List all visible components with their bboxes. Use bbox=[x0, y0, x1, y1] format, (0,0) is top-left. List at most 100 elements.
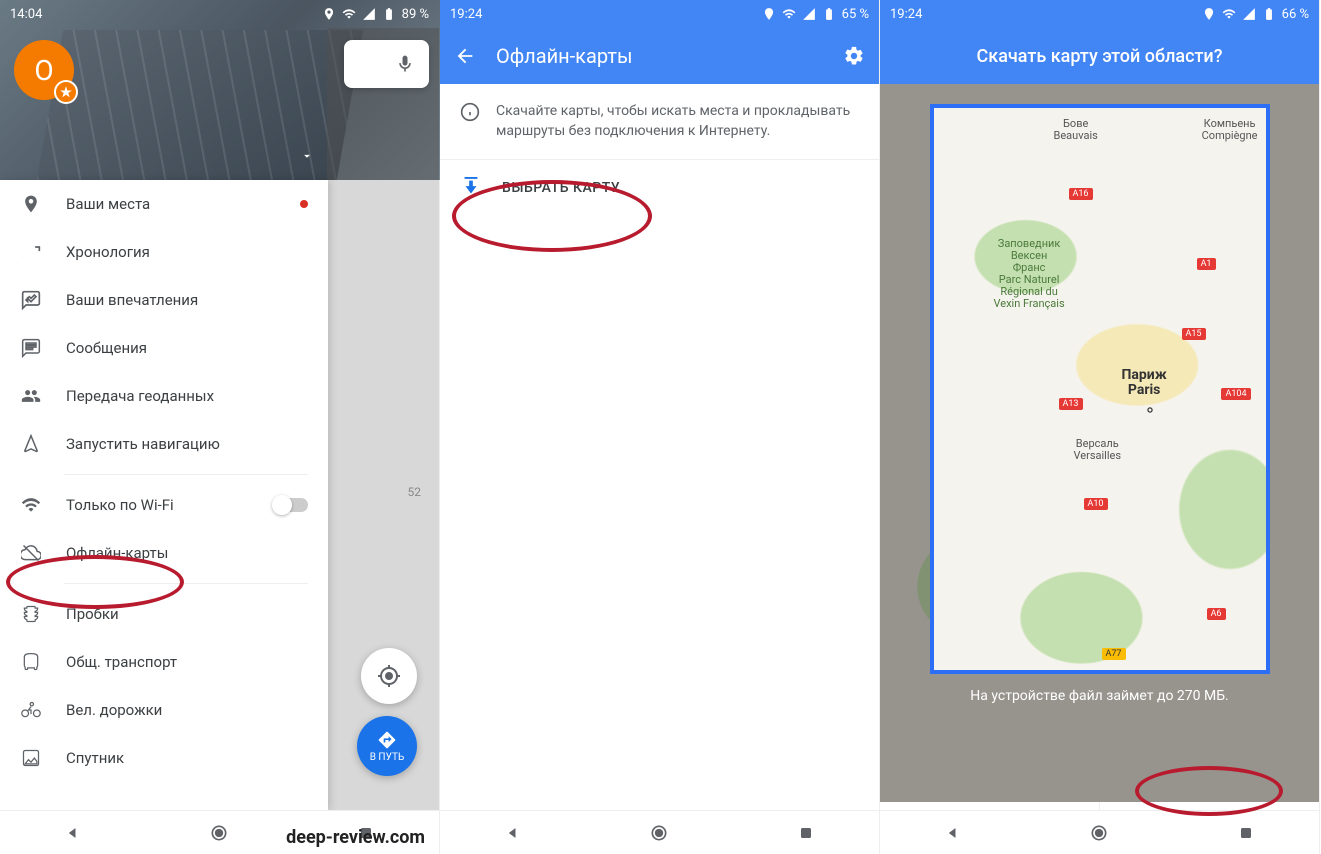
transit-icon bbox=[21, 652, 41, 672]
pin-icon bbox=[1145, 405, 1155, 415]
messages-icon bbox=[21, 338, 41, 358]
signal-icon bbox=[362, 7, 376, 21]
info-banner: Скачайте карты, чтобы искать места и про… bbox=[440, 84, 879, 160]
locate-button[interactable] bbox=[361, 648, 417, 704]
bookmark-icon bbox=[21, 194, 41, 214]
wifi-icon bbox=[342, 7, 356, 21]
drawer-item-wifi-only[interactable]: Только по Wi-Fi bbox=[0, 481, 328, 529]
signal-icon bbox=[1242, 7, 1256, 21]
label-versailles: Версаль Versailles bbox=[1074, 438, 1122, 462]
road-a10: A10 bbox=[1084, 498, 1108, 510]
selection-rect[interactable]: Бове Beauvais Компьень Compiègne Заповед… bbox=[930, 104, 1270, 674]
wifi-only-toggle[interactable] bbox=[274, 498, 308, 512]
wifi-icon bbox=[21, 495, 41, 515]
status-bar: 14:04 89 % bbox=[0, 0, 439, 28]
map-area[interactable]: Бове Beauvais Компьень Compiègne Заповед… bbox=[880, 84, 1319, 802]
road-a13: A13 bbox=[1059, 398, 1083, 410]
status-time: 19:24 bbox=[890, 7, 922, 22]
android-nav-bar bbox=[880, 810, 1319, 854]
search-bar[interactable] bbox=[344, 40, 429, 88]
account-dropdown-icon[interactable] bbox=[300, 148, 314, 167]
battery-pct: 65 % bbox=[842, 7, 869, 22]
nav-drawer: Ваши места Хронология Ваши впечатления С… bbox=[0, 180, 328, 810]
drawer-item-sharing[interactable]: Передача геоданных bbox=[0, 372, 328, 420]
battery-icon bbox=[822, 7, 836, 21]
watermark: deep-review.com bbox=[286, 827, 425, 848]
battery-icon bbox=[382, 7, 396, 21]
battery-pct: 66 % bbox=[1282, 7, 1309, 22]
gear-icon[interactable] bbox=[843, 45, 865, 67]
status-bar: 19:24 66 % bbox=[880, 0, 1319, 28]
drawer-separator bbox=[64, 474, 308, 475]
screen-1-drawer: 52 14:04 89 % O Ваши места Хронология bbox=[0, 0, 440, 854]
road-a16: A16 bbox=[1069, 188, 1093, 200]
label-beauvais: Бове Beauvais bbox=[1054, 118, 1098, 142]
back-icon[interactable] bbox=[454, 45, 476, 67]
map-tiles bbox=[930, 104, 1270, 674]
select-map-label: ВЫБРАТЬ КАРТУ bbox=[502, 180, 620, 196]
location-icon bbox=[1202, 7, 1216, 21]
drawer-item-transit[interactable]: Общ. транспорт bbox=[0, 638, 328, 686]
battery-icon bbox=[1262, 7, 1276, 21]
home-icon[interactable] bbox=[1089, 823, 1109, 843]
drawer-item-timeline[interactable]: Хронология bbox=[0, 228, 328, 276]
road-a15: A15 bbox=[1182, 328, 1206, 340]
reviews-icon bbox=[21, 290, 41, 310]
drawer-item-cycling[interactable]: Вел. дорожки bbox=[0, 686, 328, 734]
wifi-icon bbox=[1222, 7, 1236, 21]
road-a104: A104 bbox=[1221, 388, 1250, 400]
app-header: Офлайн-карты bbox=[440, 28, 879, 84]
map-number: 52 bbox=[408, 485, 422, 499]
recents-icon[interactable] bbox=[1236, 823, 1256, 843]
drawer-separator bbox=[64, 583, 308, 584]
label-paris: Париж Paris bbox=[1122, 368, 1167, 399]
drawer-item-messages[interactable]: Сообщения bbox=[0, 324, 328, 372]
avatar[interactable]: O bbox=[14, 40, 74, 100]
header-title: Офлайн-карты bbox=[496, 44, 632, 68]
status-bar: 19:24 65 % bbox=[440, 0, 879, 28]
status-time: 19:24 bbox=[450, 7, 482, 22]
location-icon bbox=[322, 7, 336, 21]
sharing-icon bbox=[21, 386, 41, 406]
download-icon bbox=[460, 177, 482, 199]
location-icon bbox=[762, 7, 776, 21]
screen-2-offline-maps: 19:24 65 % Офлайн-карты Скачайте карты, … bbox=[440, 0, 880, 854]
select-map-button[interactable]: ВЫБРАТЬ КАРТУ bbox=[440, 160, 879, 216]
download-header: Скачать карту этой области? bbox=[880, 28, 1319, 84]
wifi-icon bbox=[782, 7, 796, 21]
header-title: Скачать карту этой области? bbox=[977, 46, 1223, 67]
label-compiegne: Компьень Compiègne bbox=[1202, 118, 1258, 142]
contribute-badge bbox=[54, 80, 78, 104]
recents-icon[interactable] bbox=[796, 823, 816, 843]
road-a6: A6 bbox=[1207, 608, 1226, 620]
drawer-item-places[interactable]: Ваши места bbox=[0, 180, 328, 228]
label-vexin: Заповедник Вексен Франс Parc Naturel Rég… bbox=[994, 238, 1065, 311]
go-label: В ПУТЬ bbox=[370, 752, 405, 763]
back-icon[interactable] bbox=[503, 823, 523, 843]
drawer-item-start-nav[interactable]: Запустить навигацию bbox=[0, 420, 328, 468]
satellite-icon bbox=[21, 748, 41, 768]
signal-icon bbox=[802, 7, 816, 21]
road-a1: A1 bbox=[1197, 258, 1216, 270]
android-nav-bar bbox=[440, 810, 879, 854]
home-icon[interactable] bbox=[649, 823, 669, 843]
notification-dot bbox=[300, 200, 308, 208]
go-button[interactable]: В ПУТЬ bbox=[357, 716, 417, 776]
drawer-item-reviews[interactable]: Ваши впечатления bbox=[0, 276, 328, 324]
home-icon[interactable] bbox=[209, 823, 229, 843]
file-size-text: На устройстве файл займет до 270 МБ. bbox=[970, 688, 1228, 704]
back-icon[interactable] bbox=[943, 823, 963, 843]
screen-3-download-area: 19:24 66 % Скачать карту этой области? Б… bbox=[880, 0, 1320, 854]
back-icon[interactable] bbox=[63, 823, 83, 843]
navigation-icon bbox=[21, 434, 41, 454]
drawer-item-traffic[interactable]: Пробки bbox=[0, 590, 328, 638]
avatar-letter: O bbox=[34, 54, 53, 87]
status-time: 14:04 bbox=[10, 7, 42, 22]
drawer-item-satellite[interactable]: Спутник bbox=[0, 734, 328, 782]
drawer-item-offline-maps[interactable]: Офлайн-карты bbox=[0, 529, 328, 577]
road-a77: A77 bbox=[1102, 648, 1126, 660]
battery-pct: 89 % bbox=[402, 7, 429, 22]
timeline-icon bbox=[21, 242, 41, 262]
cycling-icon bbox=[21, 700, 41, 720]
mic-icon[interactable] bbox=[395, 54, 415, 74]
